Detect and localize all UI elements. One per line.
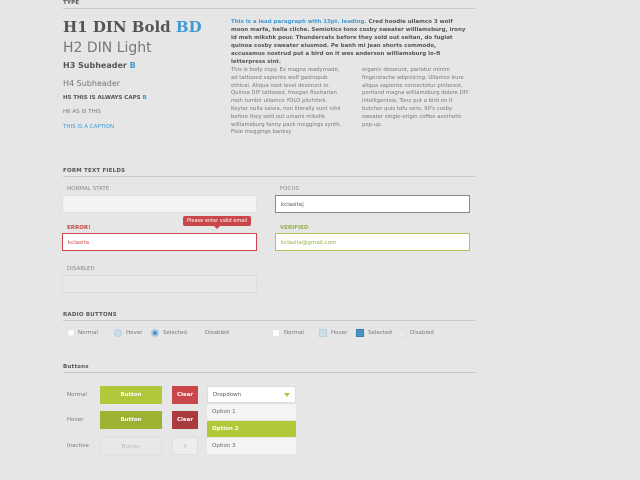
checkbox-normal[interactable] (272, 329, 280, 337)
row-label-inactive: Inactive (67, 443, 89, 449)
heading-h5: H5 THIS IS ALWAYS CAPS B (63, 95, 147, 101)
checkbox-selected-label: Selected (368, 330, 392, 336)
heading-h3: H3 Subheader B (63, 61, 136, 70)
error-label: ERROR! (67, 225, 91, 231)
h5-text: H5 THIS IS ALWAYS CAPS (63, 95, 141, 101)
checkbox-disabled (398, 329, 406, 337)
radio-selected-label: Selected (163, 330, 187, 336)
clear-button-hover[interactable]: Clear (172, 411, 198, 429)
clear-button-normal[interactable]: Clear (172, 386, 198, 404)
checkbox-selected[interactable] (356, 329, 364, 337)
primary-button-hover[interactable]: Button (100, 411, 162, 429)
row-label-normal: Normal (67, 392, 87, 398)
error-tooltip: Please enter valid email (183, 216, 252, 229)
heading-h2: H2 DIN Light (63, 40, 152, 56)
verified-input[interactable]: kclasita@gmail.com (275, 233, 470, 251)
lead-accent: This is a lead paragraph with 15pt. lead… (231, 19, 367, 25)
section-title-type: TYPE (63, 0, 80, 6)
focus-input[interactable]: kclasita| (275, 195, 470, 213)
heading-h4: H4 Subheader (63, 79, 121, 88)
lead-rest: Cred hoodie ullamco 3 wolf moon marfa, h… (231, 19, 466, 65)
dropdown-selected[interactable]: Dropdown (207, 386, 296, 403)
dropdown-option-1[interactable]: Option 1 (207, 403, 296, 420)
divider (63, 320, 475, 321)
divider (63, 176, 475, 177)
dropdown-option-2[interactable]: Option 2 (207, 420, 296, 437)
checkbox-hover-label: Hover (331, 330, 348, 336)
radio-disabled (194, 329, 202, 337)
radio-selected[interactable] (151, 329, 159, 337)
normal-input[interactable] (62, 195, 257, 213)
normal-label: NORMAL STATE (67, 186, 110, 192)
row-label-hover: Hover (67, 417, 84, 423)
h5-accent: B (142, 95, 147, 101)
divider (63, 372, 475, 373)
checkbox-hover[interactable] (319, 329, 327, 337)
disabled-input (62, 275, 257, 293)
clear-button-inactive: X (172, 437, 198, 455)
h1-accent: BD (175, 18, 202, 36)
section-title-radio: RADIO BUTTONS (63, 312, 117, 318)
radio-hover[interactable] (114, 329, 122, 337)
error-input[interactable]: kclasita (62, 233, 257, 251)
h3-accent: B (129, 61, 136, 70)
section-title-buttons: Buttons (63, 364, 89, 370)
chevron-down-icon (284, 393, 290, 397)
lead-paragraph: This is a lead paragraph with 15pt. lead… (231, 18, 466, 66)
divider (63, 8, 475, 9)
caption-text: THIS IS A CAPTION (63, 124, 115, 130)
dropdown-selected-text: Dropdown (213, 392, 242, 398)
verified-label: VERIFIED (280, 225, 309, 231)
checkbox-normal-label: Normal (284, 330, 304, 336)
primary-button-normal[interactable]: Button (100, 386, 162, 404)
radio-normal-label: Normal (78, 330, 98, 336)
radio-normal[interactable] (67, 329, 75, 337)
heading-h6: H6 AS IS THIS (63, 109, 101, 115)
h1-text: H1 DIN Bold (63, 18, 171, 36)
disabled-label: DISABLED (67, 266, 95, 272)
h3-text: H3 Subheader (63, 61, 127, 70)
radio-hover-label: Hover (126, 330, 143, 336)
heading-h1: H1 DIN Bold BD (63, 18, 202, 36)
dropdown-option-3[interactable]: Option 3 (207, 437, 296, 454)
body-copy-col2: organic deserunt, pariatur minim fingers… (362, 67, 469, 128)
focus-label: FOCUS (280, 186, 299, 192)
body-copy-col1: This is body copy. Ex magna readymade, a… (231, 67, 342, 136)
primary-button-inactive: Button (100, 437, 162, 455)
section-title-form: FORM TEXT FIELDS (63, 168, 126, 174)
dropdown[interactable]: Dropdown Option 1 Option 2 Option 3 (207, 386, 296, 454)
radio-disabled-label: Disabled (205, 330, 229, 336)
checkbox-disabled-label: Disabled (410, 330, 434, 336)
